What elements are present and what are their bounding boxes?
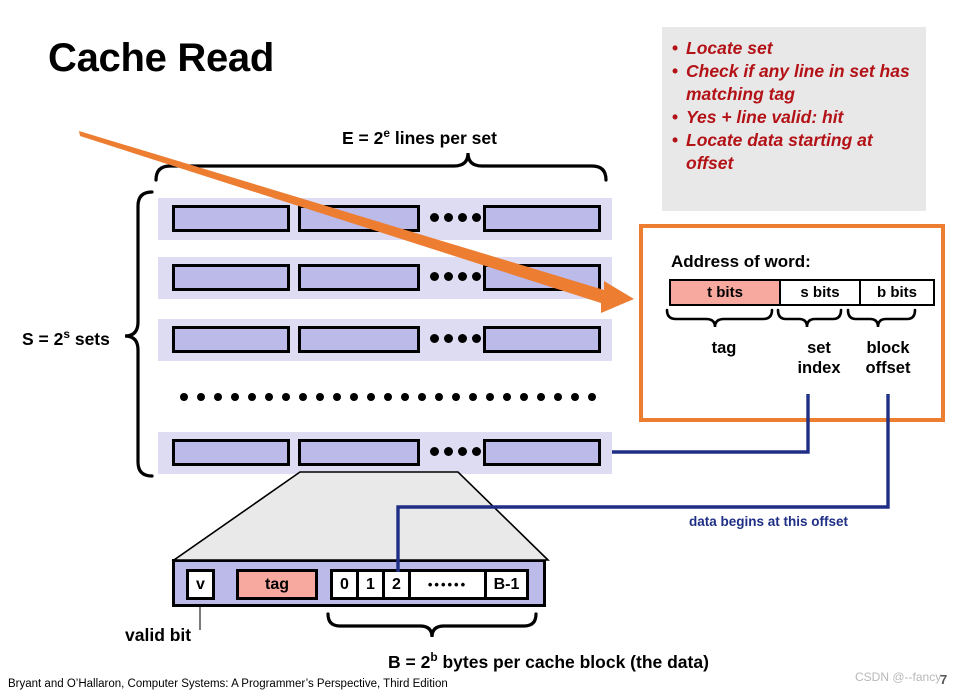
bullet-dot-icon: •	[672, 38, 679, 58]
block-bits-segment: b bits	[859, 279, 935, 306]
exponent-e: e	[383, 126, 390, 141]
ellipsis-dots-icon	[430, 272, 481, 284]
bullet-dot-icon: •	[672, 107, 679, 127]
cache-line-box	[483, 326, 601, 353]
valid-bit-label: valid bit	[125, 625, 192, 645]
list-item: • Check if any line in set has matching t…	[672, 60, 924, 106]
expanded-cache-line: v tag 0 1 2 •••••• B-1	[172, 559, 546, 607]
attribution-footer: Bryant and O’Hallaron, Computer Systems:…	[8, 678, 448, 690]
watermark-label: CSDN @--fancy	[855, 670, 942, 684]
cache-set-row	[158, 319, 612, 361]
list-item: • Locate data starting at offset	[672, 129, 924, 175]
cache-set-row	[158, 198, 612, 240]
exponent-b: b	[430, 650, 438, 665]
cache-line-box	[172, 326, 290, 353]
block-size-label: B = 2b bytes per cache block (the data)	[388, 650, 709, 672]
cache-line-box-selected	[298, 439, 420, 466]
tag-bits-segment: t bits	[669, 279, 779, 306]
cache-line-box	[483, 439, 601, 466]
vertical-ellipsis-icon	[180, 393, 600, 403]
offset-note-label: data begins at this offset	[689, 514, 849, 529]
cache-line-box	[172, 205, 290, 232]
slide-canvas: Cache Read • Locate set • Check if any lin…	[0, 0, 960, 695]
ellipsis-dots-icon	[430, 213, 481, 225]
bullet-dot-icon: •	[672, 61, 679, 81]
valid-bit-pointer-line	[199, 607, 201, 630]
block-offset-caption: block offset	[865, 339, 911, 377]
block-size-brace	[326, 612, 538, 638]
address-of-word-panel: Address of word: t bits s bits b bits ta…	[639, 224, 945, 422]
zoom-connector-trapezoid	[171, 471, 550, 561]
byte-cell-ellipsis: ••••••	[408, 569, 484, 600]
list-item: • Locate set	[672, 37, 924, 60]
list-item-label: Check if any line in set has matching ta…	[686, 61, 910, 104]
list-item: • Yes + line valid: hit	[672, 106, 924, 129]
cache-line-box	[483, 264, 601, 291]
ellipsis-dots-icon	[430, 334, 481, 346]
lines-per-set-brace	[154, 152, 608, 182]
steps-callout: • Locate set • Check if any line in set ha…	[662, 27, 926, 211]
page-number: 7	[940, 672, 948, 687]
valid-bit-cell: v	[186, 569, 215, 600]
bullet-dot-icon: •	[672, 130, 679, 150]
cache-set-row-selected	[158, 432, 612, 474]
byte-cell: 2	[382, 569, 408, 600]
cache-line-box	[298, 264, 420, 291]
byte-cell: B-1	[484, 569, 529, 600]
page-title: Cache Read	[48, 36, 274, 80]
byte-cell: 1	[356, 569, 382, 600]
cache-set-row	[158, 257, 612, 299]
set-index-caption: set index	[797, 339, 841, 377]
tag-caption: tag	[711, 339, 737, 357]
tag-cell: tag	[236, 569, 318, 600]
ellipsis-dots-icon	[430, 447, 481, 459]
cache-line-box	[298, 205, 420, 232]
list-item-label: Locate data starting at offset	[686, 130, 873, 173]
exponent-s: s	[63, 327, 70, 342]
cache-line-box	[483, 205, 601, 232]
list-item-label: Locate set	[686, 38, 773, 58]
number-of-sets-brace	[124, 190, 154, 478]
cache-line-box	[172, 439, 290, 466]
cache-line-box	[298, 326, 420, 353]
data-block-cells: 0 1 2 •••••• B-1	[330, 569, 529, 600]
set-bits-segment: s bits	[779, 279, 859, 306]
number-of-sets-label: S = 2s sets	[22, 327, 110, 349]
list-item-label: Yes + line valid: hit	[686, 107, 844, 127]
cache-line-box	[172, 264, 290, 291]
address-panel-title: Address of word:	[671, 252, 811, 271]
lines-per-set-label: E = 2e lines per set	[342, 126, 497, 148]
steps-list: • Locate set • Check if any line in set ha…	[672, 37, 924, 175]
address-bit-fields: t bits s bits b bits	[669, 279, 935, 306]
byte-cell: 0	[330, 569, 356, 600]
